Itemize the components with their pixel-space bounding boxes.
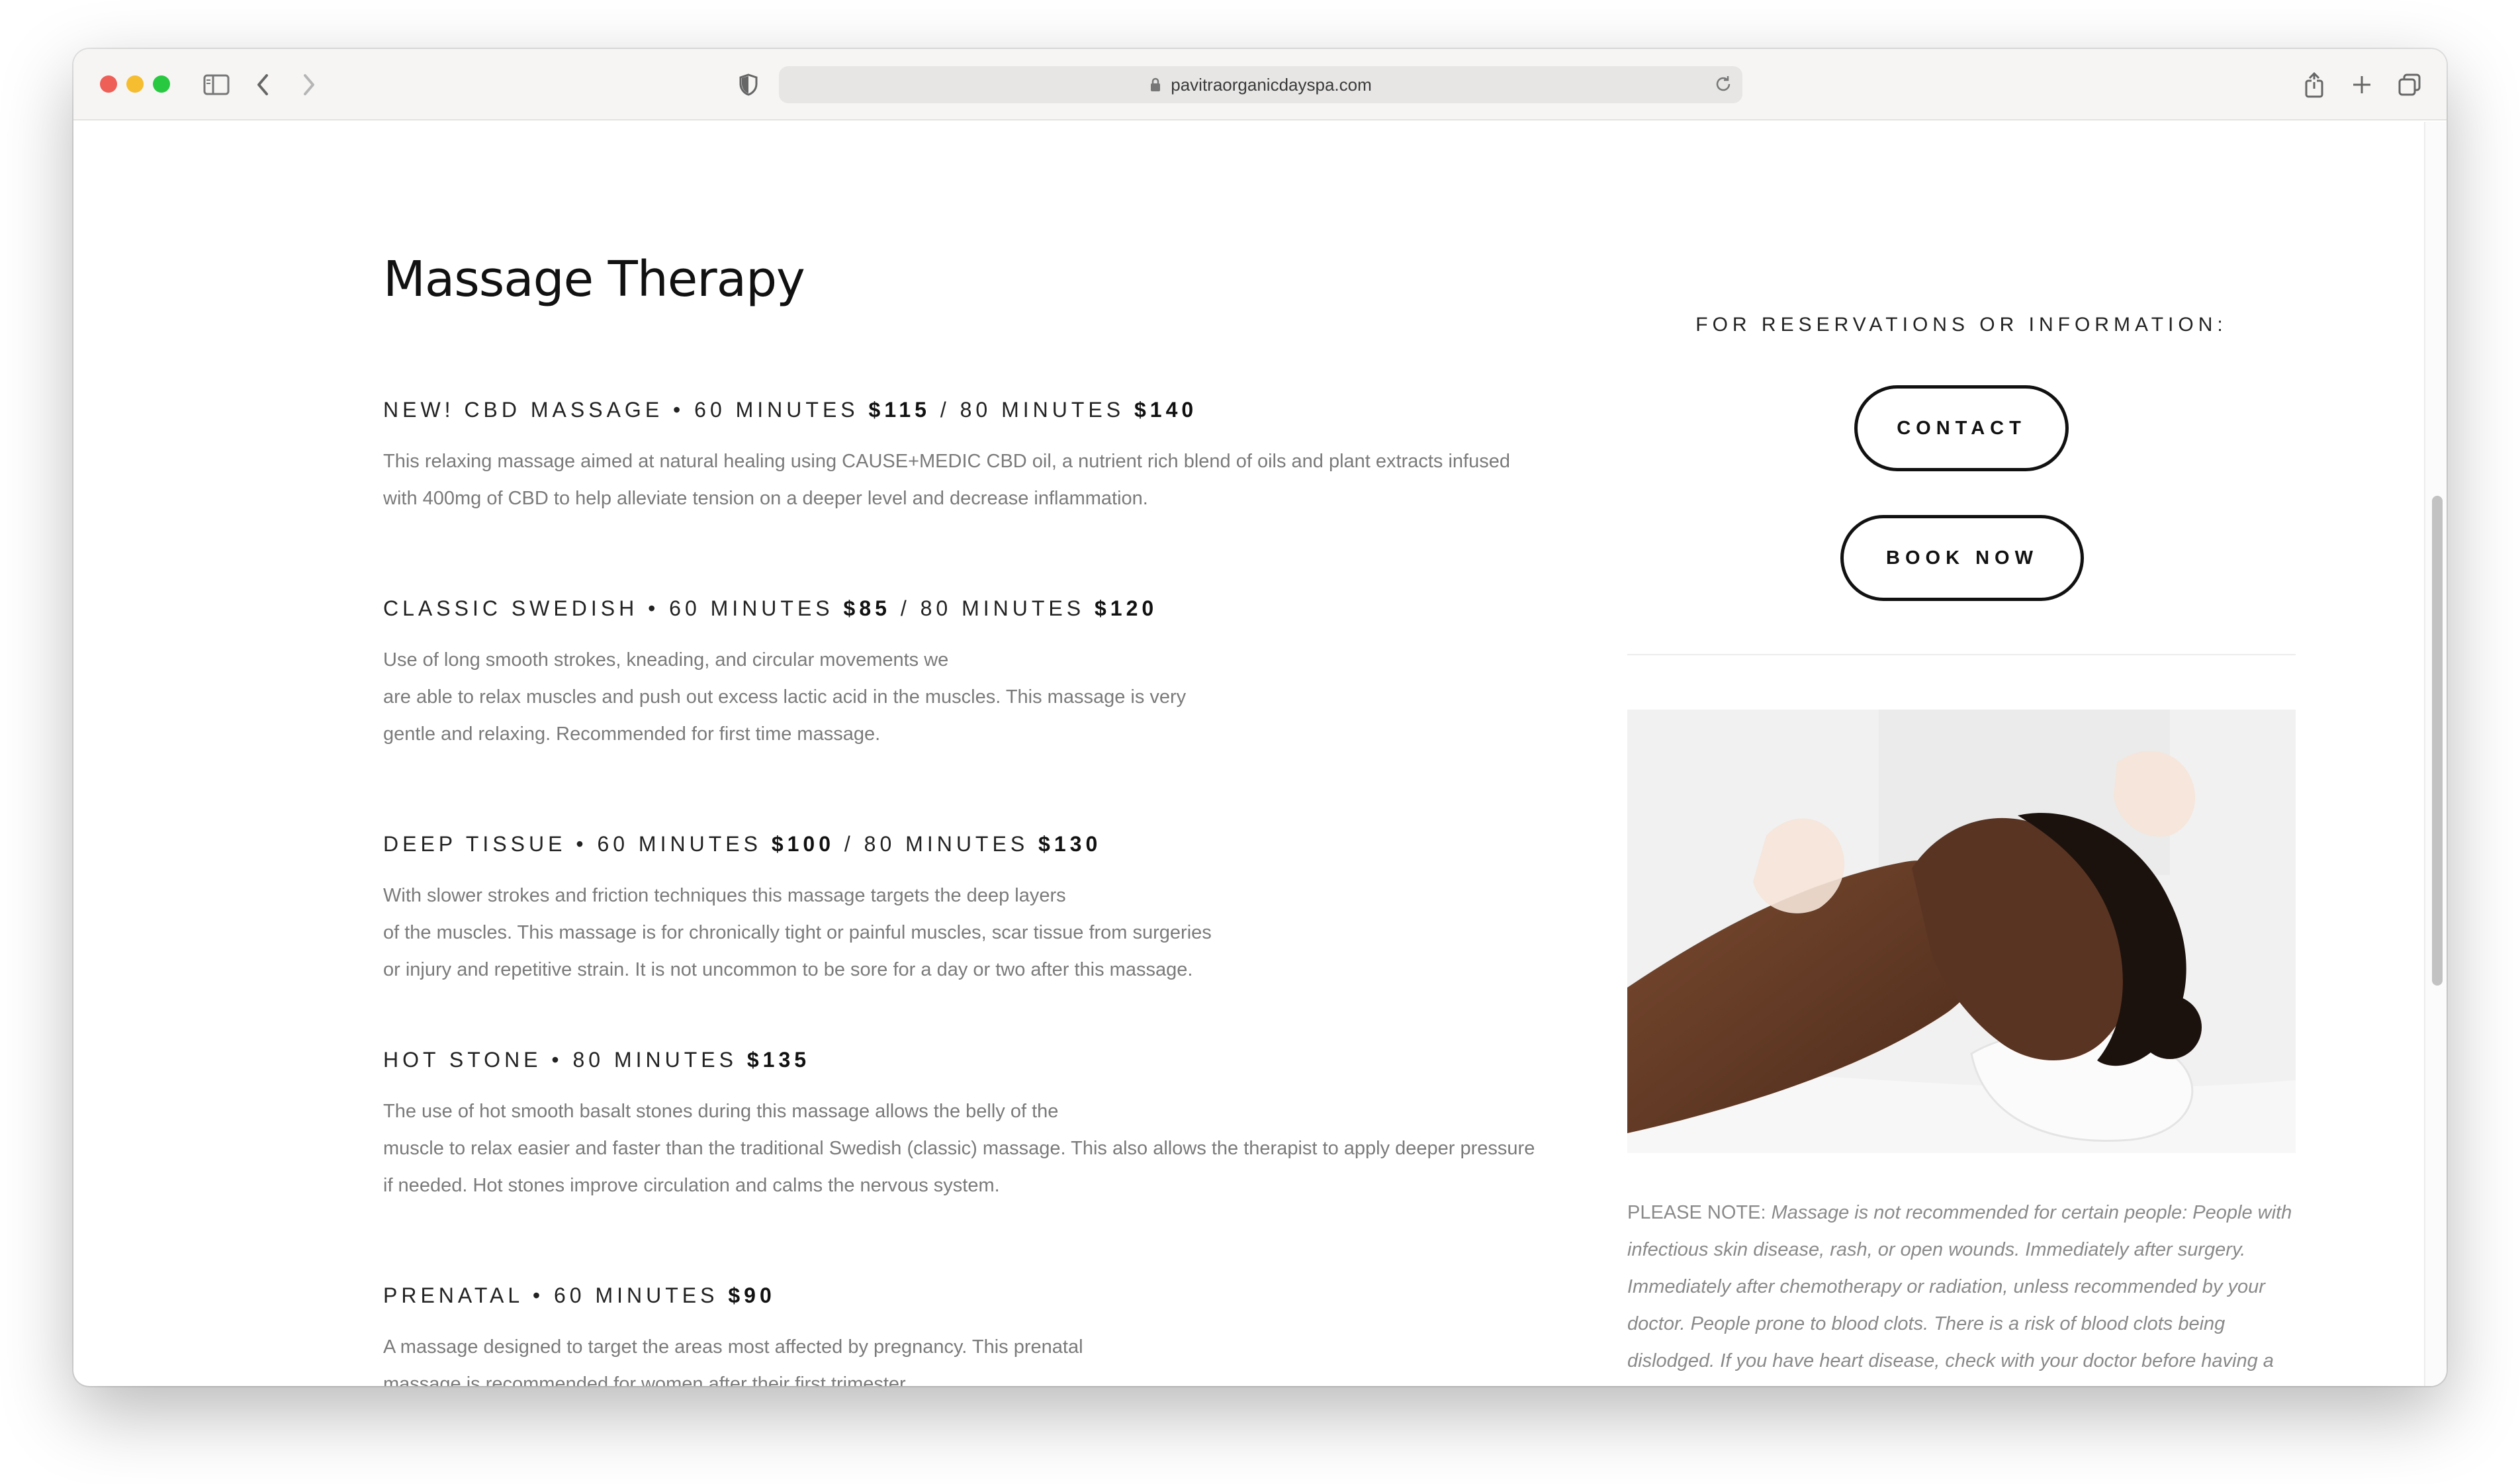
massage-photo [1627, 710, 2296, 1153]
page-title: Massage Therapy [383, 251, 805, 308]
lock-icon [1151, 77, 1161, 91]
service-description: Use of long smooth strokes, kneading, an… [383, 649, 1187, 745]
url-text: pavitraorganicdayspa.com [1171, 74, 1372, 95]
page-content: Massage Therapy NEW! CBD MASSAGE • 60 MI… [73, 122, 2447, 1386]
please-note-text: PLEASE NOTE: Massage is not recommended … [1627, 1194, 2296, 1386]
divider [1627, 654, 2296, 655]
reservations-label: FOR RESERVATIONS OR INFORMATION: [1695, 314, 2228, 336]
reload-icon[interactable] [1713, 74, 1733, 97]
close-window-button[interactable] [100, 75, 117, 93]
contact-button[interactable]: CONTACT [1854, 385, 2069, 471]
zoom-window-button[interactable] [153, 75, 170, 93]
sidebar-toggle-icon[interactable] [197, 65, 236, 105]
service-description: This relaxing massage aimed at natural h… [383, 451, 1510, 509]
service-heading: NEW! CBD MASSAGE • 60 MINUTES $115 / 80 … [383, 398, 1198, 422]
service-heading: DEEP TISSUE • 60 MINUTES $100 / 80 MINUT… [383, 832, 1102, 856]
service-heading: CLASSIC SWEDISH • 60 MINUTES $85 / 80 MI… [383, 596, 1158, 620]
forward-icon[interactable] [289, 65, 329, 105]
book-now-button[interactable]: BOOK NOW [1840, 515, 2084, 601]
service-description: With slower strokes and friction techniq… [383, 885, 1212, 980]
service-heading: HOT STONE • 80 MINUTES $135 [383, 1048, 811, 1072]
service-description: The use of hot smooth basalt stones duri… [383, 1101, 1535, 1196]
address-bar[interactable]: pavitraorganicdayspa.com [779, 66, 1742, 103]
note-prefix: PLEASE NOTE: [1627, 1202, 1772, 1223]
share-icon[interactable] [2294, 65, 2334, 105]
service-description: A massage designed to target the areas m… [383, 1336, 1083, 1386]
scrollbar-thumb[interactable] [2432, 496, 2443, 986]
tab-overview-icon[interactable] [2390, 65, 2429, 105]
browser-window: pavitraorganicdayspa.com Massage Therapy… [73, 49, 2447, 1386]
note-body: Massage is not recommended for certain p… [1627, 1202, 2292, 1371]
privacy-shield-icon[interactable] [729, 65, 768, 105]
service-heading: PRENATAL • 60 MINUTES $90 [383, 1283, 776, 1307]
minimize-window-button[interactable] [126, 75, 144, 93]
browser-toolbar: pavitraorganicdayspa.com [73, 49, 2447, 120]
new-tab-icon[interactable] [2342, 65, 2382, 105]
back-icon[interactable] [243, 65, 283, 105]
